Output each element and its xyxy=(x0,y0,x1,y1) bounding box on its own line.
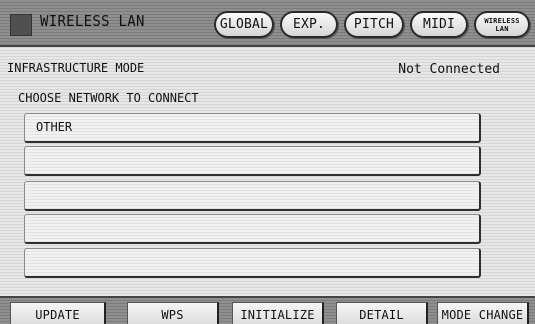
initialize-button[interactable]: INITIALIZE xyxy=(232,302,324,324)
tab-midi[interactable]: MIDI xyxy=(410,11,468,38)
connection-status: Not Connected xyxy=(398,62,500,77)
page-title: WIRELESS LAN xyxy=(40,13,145,31)
tab-wireless-lan[interactable]: WIRELESS LAN xyxy=(474,11,530,38)
network-item-4[interactable] xyxy=(24,214,481,244)
network-item-3[interactable] xyxy=(24,181,481,211)
network-item-2[interactable] xyxy=(24,146,481,176)
tab-wireless-lan-line1: WIRELESS xyxy=(484,17,520,25)
network-list-heading: CHOOSE NETWORK TO CONNECT xyxy=(18,91,199,105)
update-button[interactable]: UPDATE xyxy=(10,302,106,324)
tab-pitch[interactable]: PITCH xyxy=(344,11,404,38)
wireless-lan-icon xyxy=(10,14,32,36)
bottom-toolbar: UPDATE WPS INITIALIZE DETAIL MODE CHANGE xyxy=(0,296,535,324)
tab-global[interactable]: GLOBAL xyxy=(214,11,274,38)
title-bar: WIRELESS LAN GLOBAL EXP. PITCH MIDI WIRE… xyxy=(0,0,535,47)
network-item-other[interactable]: OTHER xyxy=(24,113,481,143)
network-item-5[interactable] xyxy=(24,248,481,278)
mode-label: INFRASTRUCTURE MODE xyxy=(7,61,145,75)
wps-button[interactable]: WPS xyxy=(127,302,219,324)
tab-exp[interactable]: EXP. xyxy=(280,11,338,38)
detail-button[interactable]: DETAIL xyxy=(336,302,428,324)
wireless-lan-screen: WIRELESS LAN GLOBAL EXP. PITCH MIDI WIRE… xyxy=(0,0,535,324)
tab-wireless-lan-line2: LAN xyxy=(495,25,509,33)
mode-change-button[interactable]: MODE CHANGE xyxy=(437,302,529,324)
